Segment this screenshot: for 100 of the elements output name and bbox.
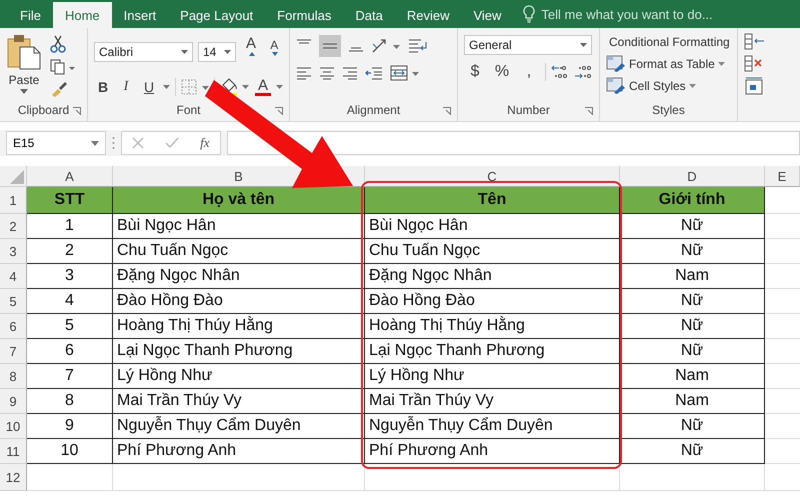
table-style-icon [606, 55, 626, 73]
text-orientation-icon[interactable] [371, 38, 401, 54]
merge-cells-icon[interactable] [390, 65, 420, 81]
caret-icon [91, 140, 99, 146]
column-header[interactable]: A [27, 166, 113, 187]
table-cell: Họ và tên [113, 187, 365, 214]
table-cell: Chu Tuấn Ngọc [113, 239, 365, 264]
row-header[interactable]: 5 [0, 289, 27, 314]
paste-button[interactable]: Paste [6, 33, 42, 99]
caret-icon [718, 62, 725, 66]
caret-icon [181, 50, 188, 54]
row-header[interactable]: 1 [0, 187, 27, 214]
table-cell: Nữ [620, 439, 765, 464]
wrap-text-icon[interactable] [408, 38, 428, 54]
font-style-button[interactable]: I [117, 79, 135, 95]
table-cell: Lại Ngọc Thanh Phương [113, 339, 365, 364]
ribbon-tab[interactable]: Home [52, 2, 112, 28]
table-cell: 3 [27, 264, 113, 289]
table-cell: Lý Hồng Như [113, 364, 365, 389]
increase-decimal-icon[interactable] [551, 64, 569, 80]
row-header[interactable]: 9 [0, 389, 27, 414]
font-color-button[interactable]: A [255, 78, 272, 96]
align-left-icon[interactable] [296, 66, 312, 80]
column-header[interactable]: D [620, 166, 765, 187]
font-name-field[interactable]: Calibri [94, 42, 193, 62]
table-cell: Đào Hồng Đào [365, 289, 620, 314]
dialog-launcher-icon[interactable] [585, 107, 593, 115]
number-style-button[interactable]: % [491, 63, 513, 81]
caret-icon [20, 89, 28, 94]
align-right-icon[interactable] [342, 66, 358, 80]
formula-field[interactable] [227, 131, 800, 155]
caret-icon[interactable] [163, 85, 170, 89]
grow-font-button[interactable]: A [241, 35, 261, 69]
ribbon-tab[interactable]: Review [394, 2, 462, 28]
table-cell: STT [27, 187, 113, 214]
grip-icon [112, 136, 115, 150]
column-header[interactable]: E [765, 166, 800, 187]
align-middle-icon[interactable] [319, 35, 341, 57]
table-cell: Hoàng Thị Thúy Hằng [365, 314, 620, 339]
table-cell: Hoàng Thị Thúy Hằng [113, 314, 365, 339]
ribbon-tab[interactable]: File [8, 2, 53, 28]
row-header[interactable]: 11 [0, 439, 27, 464]
row-header[interactable]: 3 [0, 239, 27, 264]
name-box[interactable]: E15 [6, 131, 106, 155]
check-icon[interactable] [165, 137, 180, 149]
table-style-icon [606, 77, 626, 95]
table-cell: Mai Trần Thúy Vy [365, 389, 620, 414]
style-menu-button[interactable]: Conditional Formatting [606, 33, 731, 51]
dialog-launcher-icon[interactable] [443, 107, 451, 115]
table-cell: Giới tính [620, 187, 765, 214]
decrease-indent-icon[interactable] [365, 66, 383, 80]
row-header[interactable]: 8 [0, 364, 27, 389]
scissors-icon[interactable] [50, 35, 66, 53]
number-format-field[interactable]: General [464, 35, 592, 55]
table-cell: Tên [365, 187, 620, 214]
ribbon-tab[interactable]: View [461, 2, 514, 28]
caret-icon[interactable] [276, 85, 284, 89]
table-cell: 4 [27, 289, 113, 314]
row-header[interactable]: 12 [0, 464, 27, 491]
number-style-button[interactable]: $ [464, 63, 486, 81]
ribbon-tab[interactable]: Page Layout [168, 2, 266, 28]
insert-cells-icon[interactable] [744, 33, 766, 51]
group-label: Font [176, 103, 200, 117]
shrink-font-button[interactable]: A [266, 38, 283, 66]
style-menu-button[interactable]: Format as Table [606, 55, 731, 73]
ribbon-tab[interactable]: Insert [112, 2, 168, 28]
table-cell: Nữ [620, 214, 765, 239]
insert-function-button[interactable]: fx [200, 135, 210, 151]
decrease-decimal-icon[interactable] [574, 64, 592, 80]
table-cell: Nam [620, 389, 765, 414]
table-cell: Nguyễn Thụy Cẩm Duyên [365, 414, 620, 439]
row-header[interactable]: 7 [0, 339, 27, 364]
ribbon-tab[interactable]: Formulas [265, 2, 344, 28]
table-cell: 7 [27, 364, 113, 389]
row-header[interactable]: 6 [0, 314, 27, 339]
style-menu-button[interactable]: Cell Styles [606, 77, 731, 95]
copy-icon[interactable] [50, 59, 76, 75]
font-style-button[interactable]: B [94, 79, 112, 95]
row-header[interactable]: 4 [0, 264, 27, 289]
dialog-launcher-icon[interactable] [275, 107, 283, 115]
row-header[interactable]: 10 [0, 414, 27, 439]
font-size-field[interactable]: 14 [198, 42, 236, 62]
brush-icon[interactable] [50, 81, 68, 97]
caret-icon [580, 43, 587, 47]
font-style-button[interactable]: U [140, 79, 158, 95]
table-cell: 5 [27, 314, 113, 339]
ribbon-tab[interactable]: Data [343, 2, 395, 28]
table-cell: Nữ [620, 239, 765, 264]
group-label: Clipboard [18, 103, 70, 117]
table-cell: Đào Hồng Đào [113, 289, 365, 314]
tell-me-field[interactable]: Tell me what you want to do... [539, 6, 734, 22]
table-cell: Đặng Ngọc Nhân [113, 264, 365, 289]
group-label: Styles [652, 103, 685, 117]
row-header[interactable]: 2 [0, 214, 27, 239]
align-center-icon[interactable] [319, 66, 335, 80]
column-header[interactable]: C [365, 166, 620, 187]
dialog-launcher-icon[interactable] [73, 107, 81, 115]
number-style-button[interactable]: , [518, 63, 540, 81]
borders-icon[interactable] [181, 79, 209, 95]
up-triangle-icon [248, 52, 255, 56]
